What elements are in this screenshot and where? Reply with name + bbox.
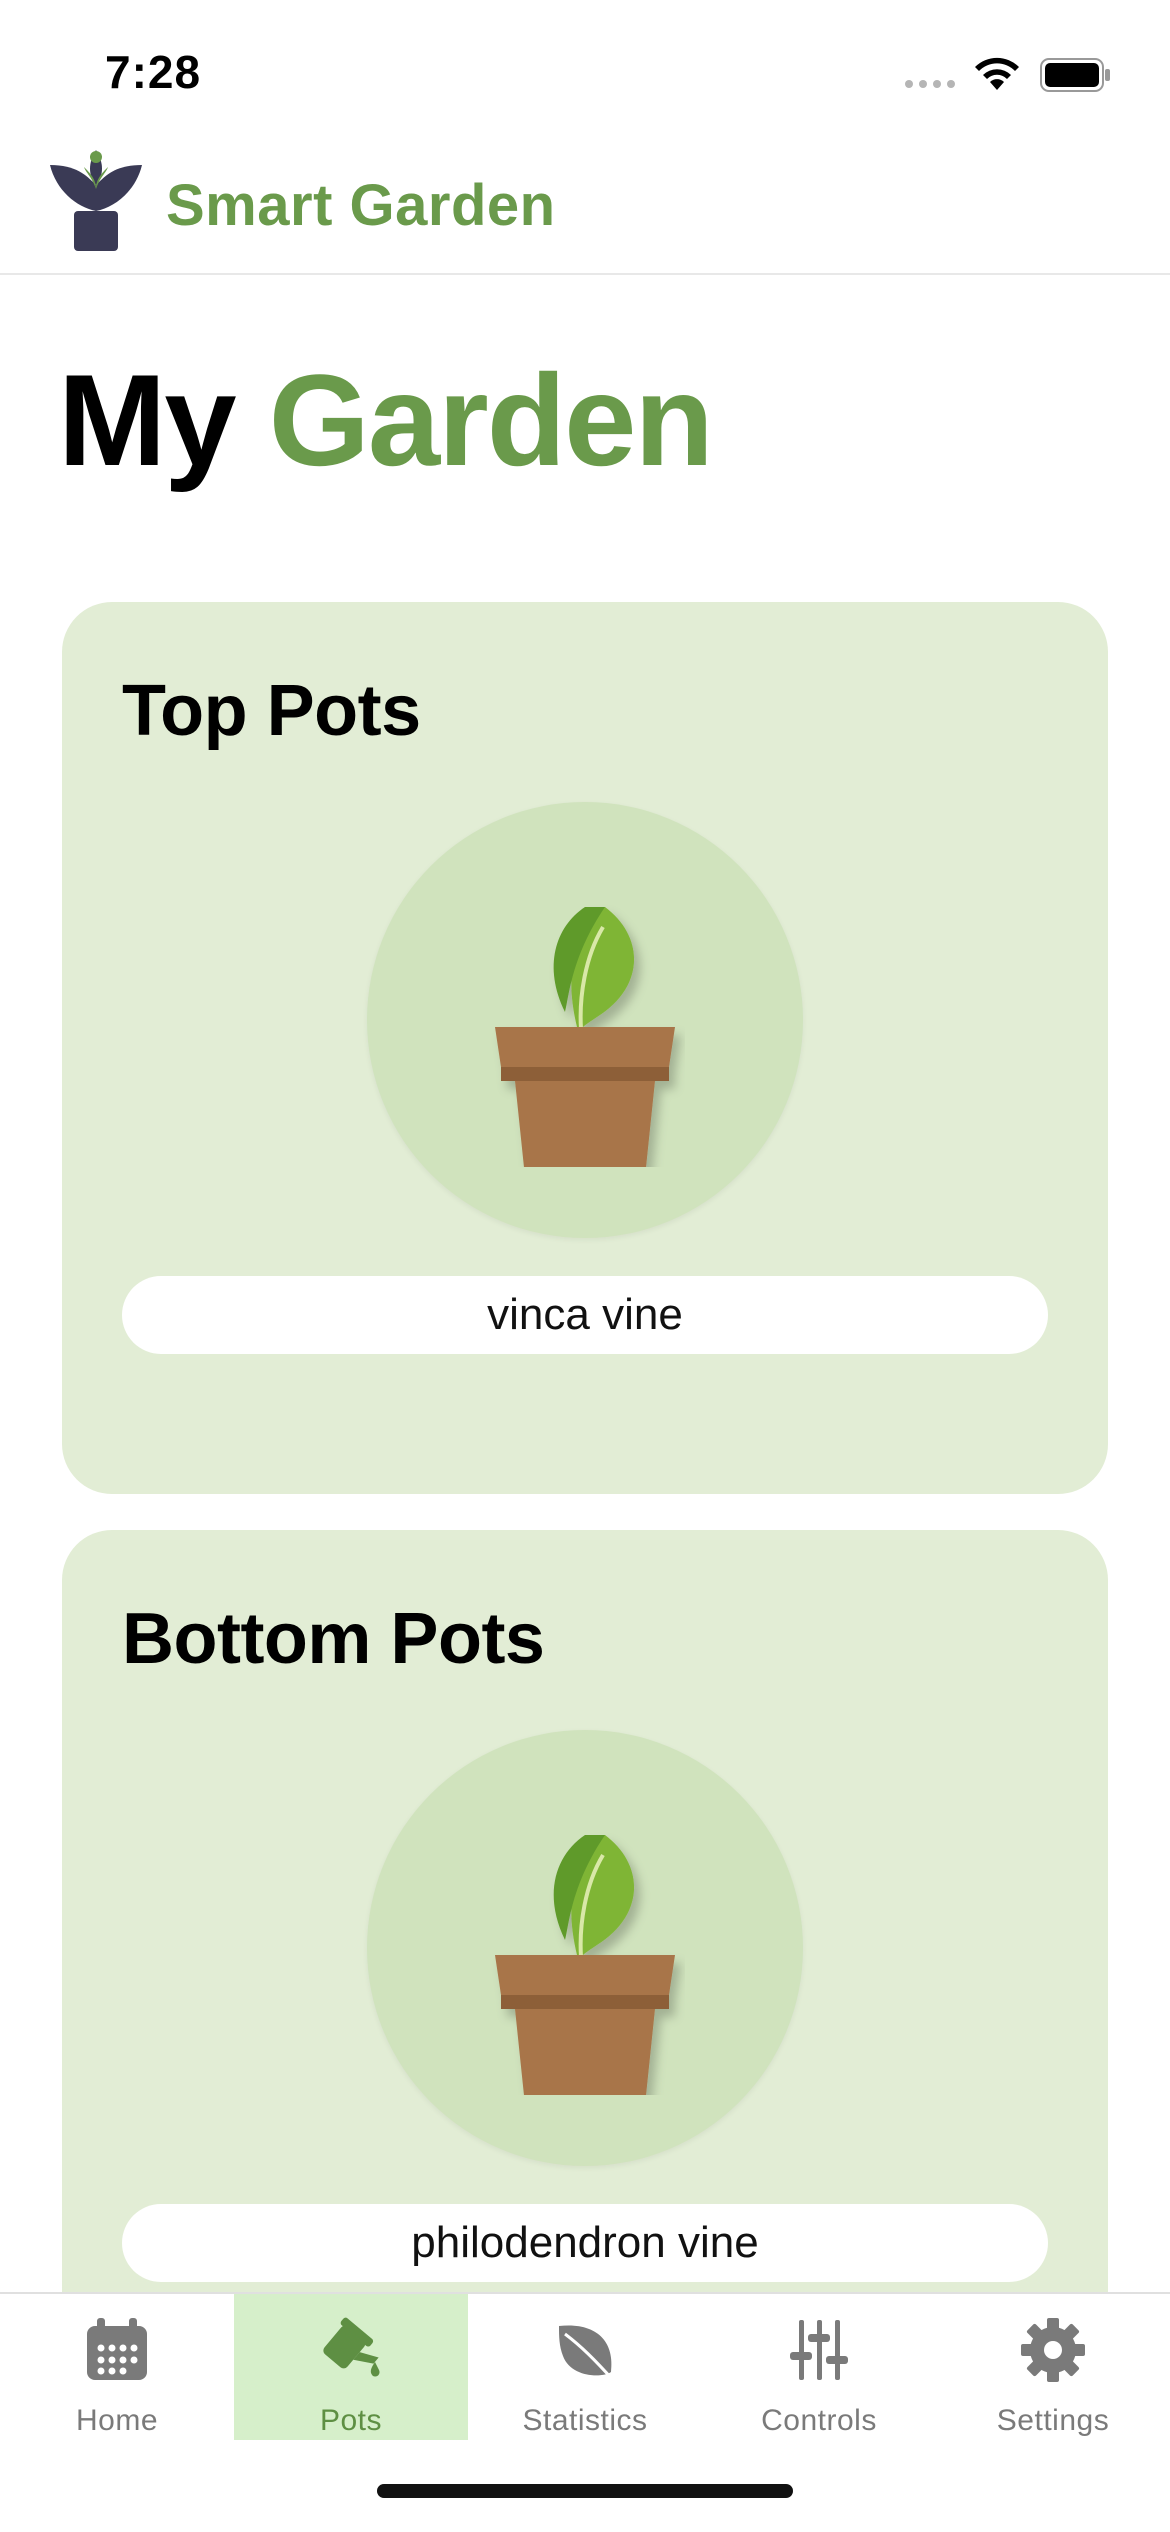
tab-settings[interactable]: Settings	[936, 2294, 1170, 2440]
page-title-part1: My	[58, 347, 237, 493]
tab-pots[interactable]: Pots	[234, 2294, 468, 2440]
tab-label: Pots	[319, 2404, 383, 2437]
page-title: My Garden	[58, 355, 714, 485]
plant-name-label: vinca vine	[122, 1276, 1048, 1354]
plant-image-circle[interactable]	[367, 1730, 803, 2166]
calendar-icon	[87, 2318, 147, 2380]
tab-home[interactable]: Home	[0, 2294, 234, 2440]
tab-label: Home	[75, 2404, 159, 2437]
tab-label: Settings	[996, 2404, 1110, 2437]
lotus-logo-icon	[50, 150, 142, 251]
sliders-icon	[790, 2320, 848, 2380]
tab-statistics[interactable]: Statistics	[468, 2294, 702, 2440]
app-title: Smart Garden	[166, 173, 556, 238]
plant-image-circle[interactable]	[367, 802, 803, 1238]
tab-controls[interactable]: Controls	[702, 2294, 936, 2440]
status-bar: 7:28	[0, 0, 1170, 140]
plant-name-label: philodendron vine	[122, 2204, 1048, 2282]
page-title-part2: Garden	[268, 347, 714, 493]
wifi-icon	[975, 57, 1019, 90]
status-time: 7:28	[105, 46, 202, 98]
cellular-signal-icon	[905, 80, 955, 88]
card-title: Top Pots	[122, 671, 421, 751]
watering-can-icon	[323, 2317, 380, 2377]
home-indicator[interactable]	[377, 2484, 793, 2498]
potted-plant-icon	[495, 1835, 675, 2095]
leaf-icon	[559, 2325, 615, 2382]
potted-plant-icon	[495, 907, 675, 1167]
gear-icon	[1021, 2318, 1085, 2382]
app-header: Smart Garden	[0, 140, 1170, 275]
pot-card-top[interactable]: Top Pots vinca vine	[62, 602, 1108, 1494]
tab-label: Statistics	[522, 2404, 648, 2437]
battery-icon	[1040, 58, 1110, 92]
card-title: Bottom Pots	[122, 1599, 545, 1679]
tab-label: Controls	[761, 2404, 877, 2437]
